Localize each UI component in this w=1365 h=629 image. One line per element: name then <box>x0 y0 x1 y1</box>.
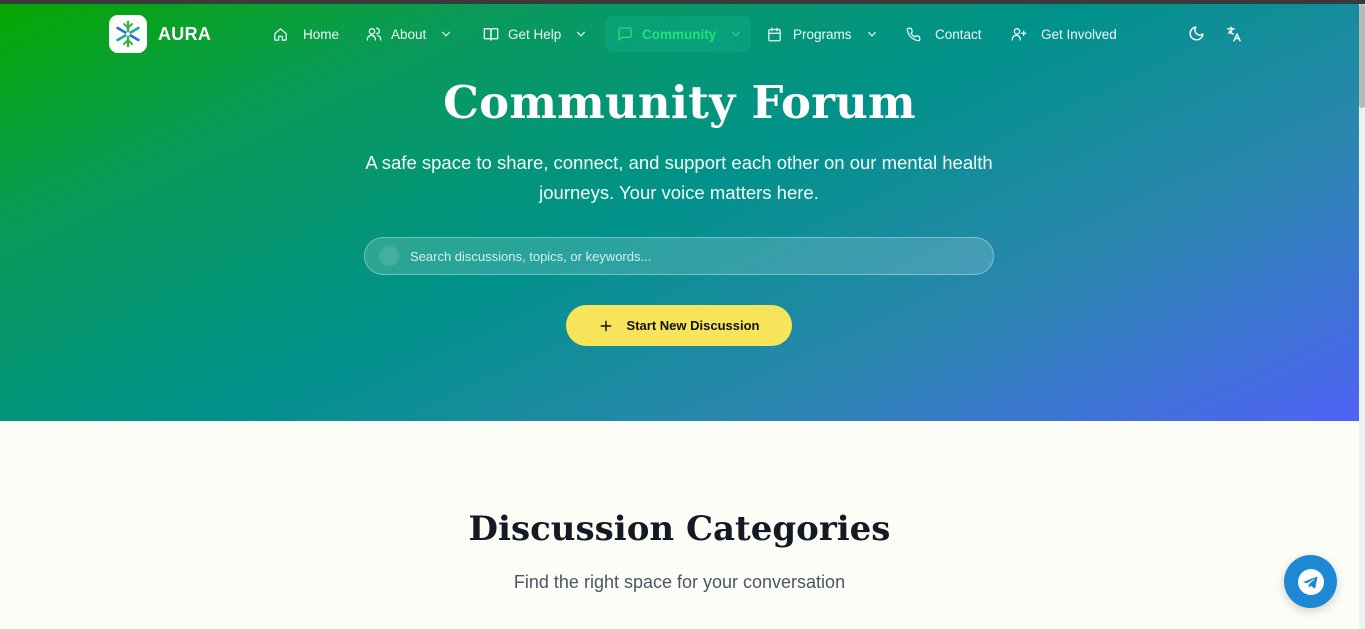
brand-name: AURA <box>158 23 212 44</box>
message-square-icon <box>618 27 632 41</box>
categories-title: Discussion Categories <box>468 509 891 549</box>
categories-subtitle: Find the right space for your conversati… <box>513 572 846 592</box>
search-icon <box>379 246 399 266</box>
nav-item-label: Community <box>642 26 717 42</box>
nav-item-label: Programs <box>793 26 852 42</box>
nav-item-label: About <box>391 26 427 42</box>
nav-item-label: Contact <box>935 26 982 42</box>
phone-icon <box>906 27 921 41</box>
chevron-down-icon <box>732 31 741 37</box>
nav-item-label: Get Help <box>508 26 562 42</box>
start-new-discussion-button[interactable]: Start New Discussion <box>566 305 792 346</box>
brand-logo-link[interactable]: AURA <box>109 15 211 53</box>
nav-item-get-involved[interactable]: Get Involved <box>1011 16 1117 52</box>
chevron-down-icon <box>867 31 876 37</box>
nav-item-contact[interactable]: Contact <box>906 16 982 52</box>
cta-label: Start New Discussion <box>626 318 760 333</box>
calendar-icon <box>768 27 781 41</box>
main-navigation: AURA Home About Get Help Community Progr… <box>0 4 1359 64</box>
chevron-down-icon <box>442 31 451 37</box>
nav-item-about[interactable]: About <box>366 16 453 52</box>
scrollbar-thumb[interactable] <box>1359 4 1365 108</box>
nav-item-community[interactable]: Community <box>605 16 751 52</box>
user-plus-icon <box>1011 28 1027 41</box>
moon-icon <box>1189 26 1204 41</box>
hero-subtitle: A safe space to share, connect, and supp… <box>365 152 993 203</box>
theme-toggle-button[interactable] <box>1188 25 1206 43</box>
nav-item-label: Get Involved <box>1041 26 1117 42</box>
telegram-icon <box>1297 568 1324 595</box>
chevron-down-icon <box>577 31 586 37</box>
language-switch-button[interactable] <box>1225 25 1243 43</box>
forum-search-bar[interactable] <box>364 237 994 275</box>
book-open-icon <box>483 28 499 41</box>
hero-section: AURA Home About Get Help Community Progr… <box>0 4 1359 421</box>
aura-logo-icon <box>109 15 147 53</box>
telegram-chat-button[interactable] <box>1284 555 1337 608</box>
translate-icon <box>1227 26 1241 42</box>
nav-item-programs[interactable]: Programs <box>767 16 879 52</box>
search-input[interactable] <box>410 248 970 264</box>
nav-item-home[interactable]: Home <box>273 16 339 52</box>
plus-icon <box>600 320 611 331</box>
nav-item-get-help[interactable]: Get Help <box>483 16 588 52</box>
users-icon <box>366 27 382 41</box>
nav-item-label: Home <box>303 26 340 42</box>
home-icon <box>274 27 287 41</box>
page-title: Community Forum <box>443 76 916 129</box>
